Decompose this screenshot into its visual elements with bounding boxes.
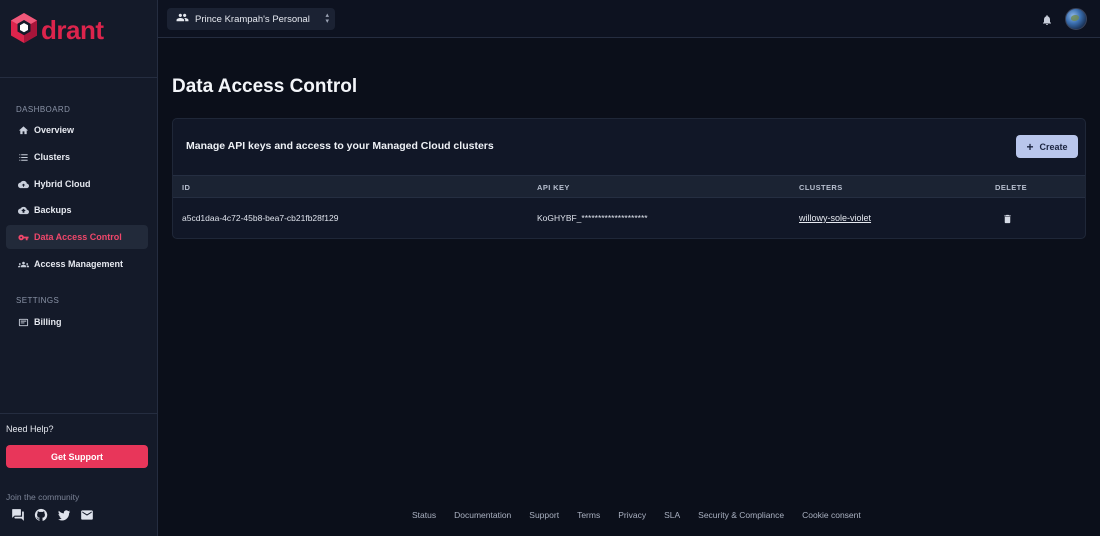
sidebar-item-label: Hybrid Cloud	[34, 179, 91, 189]
community-links	[11, 508, 94, 522]
sidebar-item-billing[interactable]: Billing	[6, 310, 148, 334]
unfold-icon: ▴ ▾	[325, 12, 329, 25]
sidebar-item-clusters[interactable]: Clusters	[6, 145, 148, 169]
sidebar-item-label: Clusters	[34, 152, 71, 162]
column-header-api-key: API KEY	[537, 183, 570, 192]
plus-icon: +	[1026, 139, 1034, 154]
get-support-button[interactable]: Get Support	[6, 445, 148, 468]
page-title: Data Access Control	[172, 76, 358, 97]
card-heading: Manage API keys and access to your Manag…	[186, 140, 494, 152]
community-label: Join the community	[6, 492, 80, 502]
column-header-delete: DELETE	[995, 183, 1027, 192]
sidebar-divider	[0, 413, 158, 414]
people-icon	[176, 11, 195, 27]
user-avatar[interactable]	[1065, 8, 1087, 30]
workspace-selector[interactable]: Prince Krampah's Personal ... ▴ ▾	[167, 8, 335, 30]
dashboard-section-label: DASHBOARD	[16, 105, 71, 114]
twitter-icon[interactable]	[57, 508, 71, 522]
sidebar-item-label: Billing	[34, 317, 62, 327]
group-icon	[18, 261, 29, 267]
row-api-key: KoGHYBF_********************	[537, 213, 648, 223]
sidebar-item-label: Overview	[34, 125, 75, 135]
top-bar: Prince Krampah's Personal ... ▴ ▾	[158, 0, 1100, 38]
sidebar-item-hybrid-cloud[interactable]: Hybrid Cloud	[6, 172, 148, 196]
row-id: a5cd1daa-4c72-45b8-bea7-cb21fb28f129	[182, 213, 339, 223]
create-button-label: Create	[1039, 141, 1068, 152]
row-cluster-link[interactable]: willowy-sole-violet	[799, 213, 871, 223]
sidebar-divider	[0, 77, 158, 78]
sidebar: drant DASHBOARD Overview Clusters Hybrid…	[0, 0, 158, 536]
table-header: ID API KEY CLUSTERS DELETE	[173, 175, 1085, 198]
footer-links: Status Documentation Support Terms Priva…	[412, 510, 879, 520]
github-icon[interactable]	[34, 508, 48, 522]
footer-link-status[interactable]: Status	[412, 510, 436, 520]
forum-icon[interactable]	[11, 508, 25, 522]
cloud-upload-icon	[18, 206, 29, 214]
column-header-id: ID	[182, 183, 191, 192]
footer-link-terms[interactable]: Terms	[577, 510, 600, 520]
sidebar-item-access-management[interactable]: Access Management	[6, 252, 148, 276]
sidebar-item-overview[interactable]: Overview	[6, 118, 148, 142]
cloud-icon	[18, 180, 29, 188]
billing-icon	[18, 318, 29, 326]
sidebar-item-label: Backups	[34, 205, 72, 215]
column-header-clusters: CLUSTERS	[799, 183, 843, 192]
delete-trash-icon[interactable]	[1002, 212, 1013, 224]
key-icon	[18, 234, 29, 240]
logo[interactable]: drant	[10, 12, 104, 48]
sidebar-item-label: Data Access Control	[34, 232, 122, 242]
sidebar-item-data-access-control[interactable]: Data Access Control	[6, 225, 148, 249]
settings-section-label: SETTINGS	[16, 296, 60, 305]
need-help-label: Need Help?	[6, 424, 54, 434]
home-icon	[18, 125, 29, 134]
footer-link-sla[interactable]: SLA	[664, 510, 680, 520]
footer-link-cookie-consent[interactable]: Cookie consent	[802, 510, 861, 520]
qdrant-logo-icon	[10, 12, 38, 49]
logo-text: drant	[41, 14, 104, 45]
footer-link-security-compliance[interactable]: Security & Compliance	[698, 510, 784, 520]
notifications-bell-icon[interactable]	[1041, 13, 1053, 25]
footer-link-support[interactable]: Support	[529, 510, 559, 520]
list-icon	[19, 153, 28, 161]
api-keys-card: Manage API keys and access to your Manag…	[172, 118, 1086, 239]
email-icon[interactable]	[80, 508, 94, 522]
sidebar-item-label: Access Management	[34, 259, 124, 269]
create-api-key-button[interactable]: + Create	[1016, 135, 1078, 158]
footer-link-privacy[interactable]: Privacy	[618, 510, 646, 520]
footer-link-documentation[interactable]: Documentation	[454, 510, 511, 520]
sidebar-item-backups[interactable]: Backups	[6, 198, 148, 222]
workspace-name: Prince Krampah's Personal ...	[195, 13, 313, 25]
